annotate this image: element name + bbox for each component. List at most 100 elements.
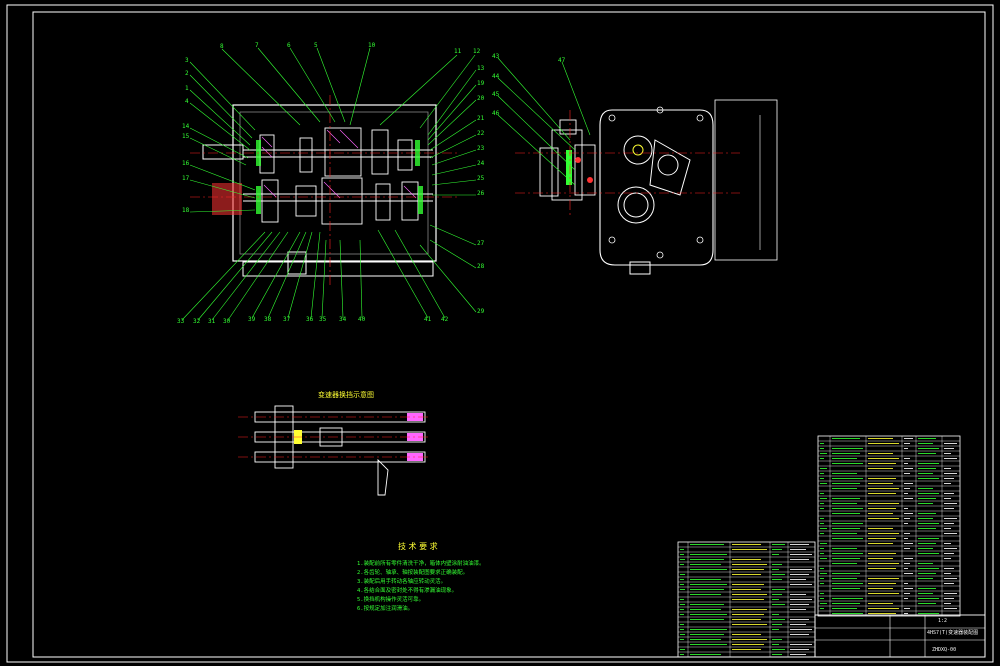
parts-cell-text [820,608,824,609]
parts-cell-text [918,543,936,544]
parts-cell-text [944,548,957,549]
label-bottom-13: 42 [441,316,449,323]
parts-cell-text [732,589,761,590]
label-right-7: 24 [477,160,485,167]
requirement-6: 6.按规定加注润滑油。 [357,604,413,612]
parts-cell-text [790,594,806,595]
parts-cell-text [820,518,824,519]
label-bottom-10: 34 [339,316,347,323]
main-view-labels-bottom: 33 32 31 30 39 38 37 36 35 34 40 41 42 [177,316,449,325]
parts-cell-text [944,573,951,574]
label-bottom-5: 39 [248,316,256,323]
label-right-5: 22 [477,130,485,137]
parts-cell-text [732,649,761,650]
parts-cell-text [680,654,684,655]
parts-cell-text [732,619,761,620]
drawing-number: ZHDXQ-00 [932,647,956,653]
parts-cell-text [690,569,727,570]
requirement-4: 4.各结合面及密封处不得有渗漏油现象。 [357,586,457,594]
parts-cell-text [904,518,910,519]
parts-cell-text [944,493,954,494]
parts-cell-text [732,644,764,645]
parts-cell-text [904,463,908,464]
requirement-3: 3.装配后用手转动各轴应转动灵活。 [357,577,446,585]
parts-cell-text [790,609,806,610]
parts-cell-text [904,548,910,549]
parts-cell-text [832,513,860,514]
label-top-1: 8 [220,43,224,50]
parts-cell-text [690,629,727,630]
parts-cell-text [820,573,827,574]
parts-cell-text [690,619,724,620]
parts-cell-text [820,483,827,484]
side-label-1: 43 [492,53,500,60]
parts-cell-text [918,523,939,524]
parts-cell-text [820,498,827,499]
parts-cell-text [868,593,899,594]
label-left-1: 3 [185,57,189,64]
parts-cell-text [918,613,939,614]
parts-cell-text [868,463,896,464]
parts-cell-text [790,574,809,575]
parts-cell-text [918,488,933,489]
label-right-4: 21 [477,115,485,122]
parts-cell-text [832,583,863,584]
parts-cell-text [732,639,767,640]
label-right-10: 27 [477,240,485,247]
parts-cell-text [868,563,899,564]
parts-cell-text [680,634,685,635]
parts-cell-text [868,458,899,459]
parts-cell-text [918,588,936,589]
parts-cell-text [690,589,724,590]
parts-cell-text [832,608,857,609]
parts-cell-text [944,468,951,469]
parts-cell-text [790,644,812,645]
parts-cell-text [868,568,896,569]
parts-cell-text [772,549,782,550]
parts-cell-text [868,603,893,604]
parts-cell-text [944,583,954,584]
parts-cell-text [944,453,951,454]
parts-cell-text [690,634,724,635]
parts-cell-text [732,584,764,585]
parts-cell-text [832,438,860,439]
parts-cell-text [820,503,824,504]
parts-cell-text [690,594,721,595]
side-label-3: 45 [492,91,500,98]
parts-cell-text [868,583,896,584]
parts-cell-text [680,639,684,640]
parts-cell-text [904,448,908,449]
parts-cell-text [868,588,893,589]
label-left-5: 14 [182,123,190,130]
parts-cell-text [944,578,957,579]
label-bottom-6: 38 [264,316,272,323]
parts-cell-text [690,609,721,610]
cad-drawing-sheet: 8 7 6 5 10 11 12 3 2 1 4 14 15 16 17 18 … [6,4,994,663]
parts-cell-text [832,488,857,489]
parts-cell-text [820,558,827,559]
parts-cell-text [918,593,933,594]
parts-cell-text [772,644,779,645]
label-left-9: 18 [182,207,190,214]
parts-cell-text [772,639,782,640]
label-right-6: 23 [477,145,485,152]
parts-cell-text [944,533,957,534]
side-label-4: 46 [492,110,500,117]
parts-cell-text [918,538,939,539]
parts-cell-text [904,513,913,514]
parts-cell-text [820,528,827,529]
label-right-8: 25 [477,175,485,182]
parts-cell-text [832,588,860,589]
label-right-2: 19 [477,80,485,87]
parts-cell-text [732,614,764,615]
shift-schematic: 变速器换挡示意图 [238,390,430,496]
parts-cell-text [732,624,767,625]
parts-cell-text [790,619,809,620]
label-right-9: 26 [477,190,485,197]
label-top-2: 7 [255,42,259,49]
parts-cell-text [690,564,721,565]
parts-cell-text [772,564,782,565]
parts-cell-text [832,478,863,479]
parts-cell-text [868,438,893,439]
parts-cell-text [832,508,863,509]
